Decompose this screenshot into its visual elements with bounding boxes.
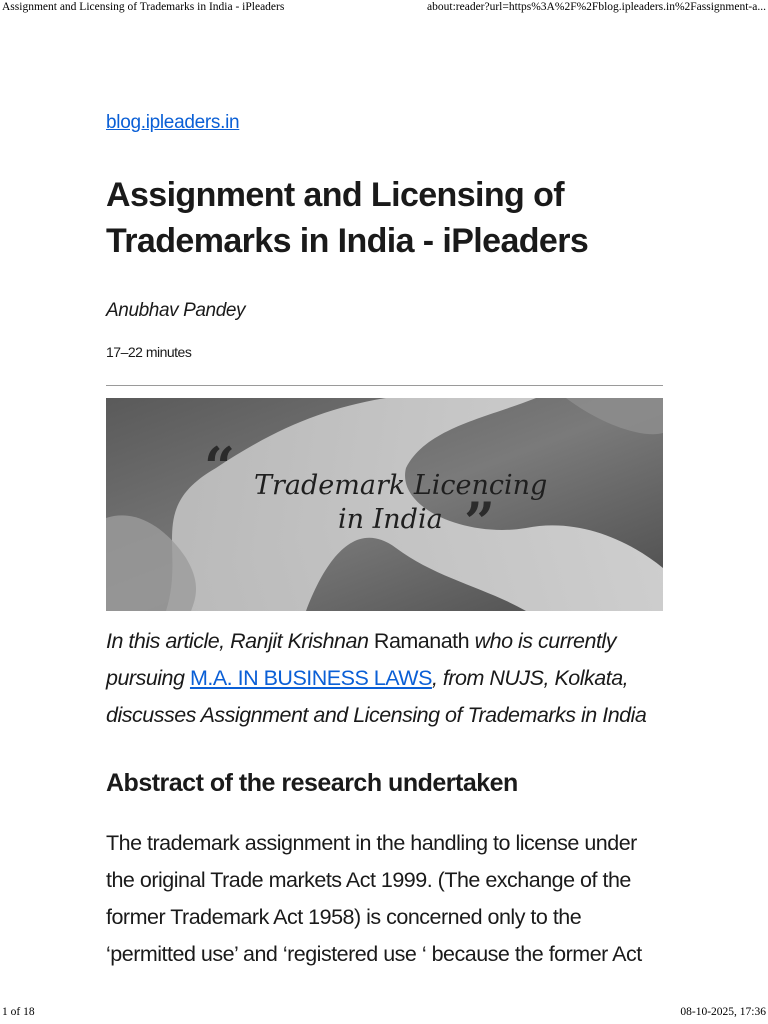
article-author: Anubhav Pandey bbox=[106, 300, 246, 321]
section-heading: Abstract of the research undertaken bbox=[106, 769, 518, 797]
intro-part1: In this article, Ranjit Krishnan bbox=[106, 629, 369, 653]
print-datetime: 08-10-2025, 17:36 bbox=[680, 1006, 766, 1018]
hero-title-line1: Trademark Licencing bbox=[254, 470, 547, 501]
site-link[interactable]: blog.ipleaders.in bbox=[106, 112, 240, 134]
hero-title-line2: in India bbox=[338, 504, 443, 535]
hero-open-quote: “ bbox=[204, 435, 235, 499]
print-header-url: about:reader?url=https%3A%2F%2Fblog.iple… bbox=[427, 1, 766, 13]
print-header: Assignment and Licensing of Trademarks i… bbox=[0, 0, 768, 18]
reading-time: 17–22 minutes bbox=[106, 344, 192, 360]
hero-image: “ Trademark Licencing in India ” bbox=[106, 398, 663, 611]
hero-close-quote: ” bbox=[464, 490, 495, 554]
print-footer: 1 of 18 08-10-2025, 17:36 bbox=[0, 1004, 768, 1024]
course-link[interactable]: M.A. IN BUSINESS LAWS bbox=[190, 666, 432, 690]
divider bbox=[106, 385, 663, 386]
print-header-title: Assignment and Licensing of Trademarks i… bbox=[2, 1, 285, 13]
page-number: 1 of 18 bbox=[2, 1006, 35, 1018]
reader-article: blog.ipleaders.in Assignment and Licensi… bbox=[106, 112, 663, 973]
intro-part2: Ramanath bbox=[368, 629, 475, 653]
intro-paragraph: In this article, Ranjit Krishnan Ramanat… bbox=[106, 623, 663, 734]
body-paragraph: The trademark assignment in the handling… bbox=[106, 831, 642, 966]
article-title: Assignment and Licensing of Trademarks i… bbox=[106, 176, 589, 260]
